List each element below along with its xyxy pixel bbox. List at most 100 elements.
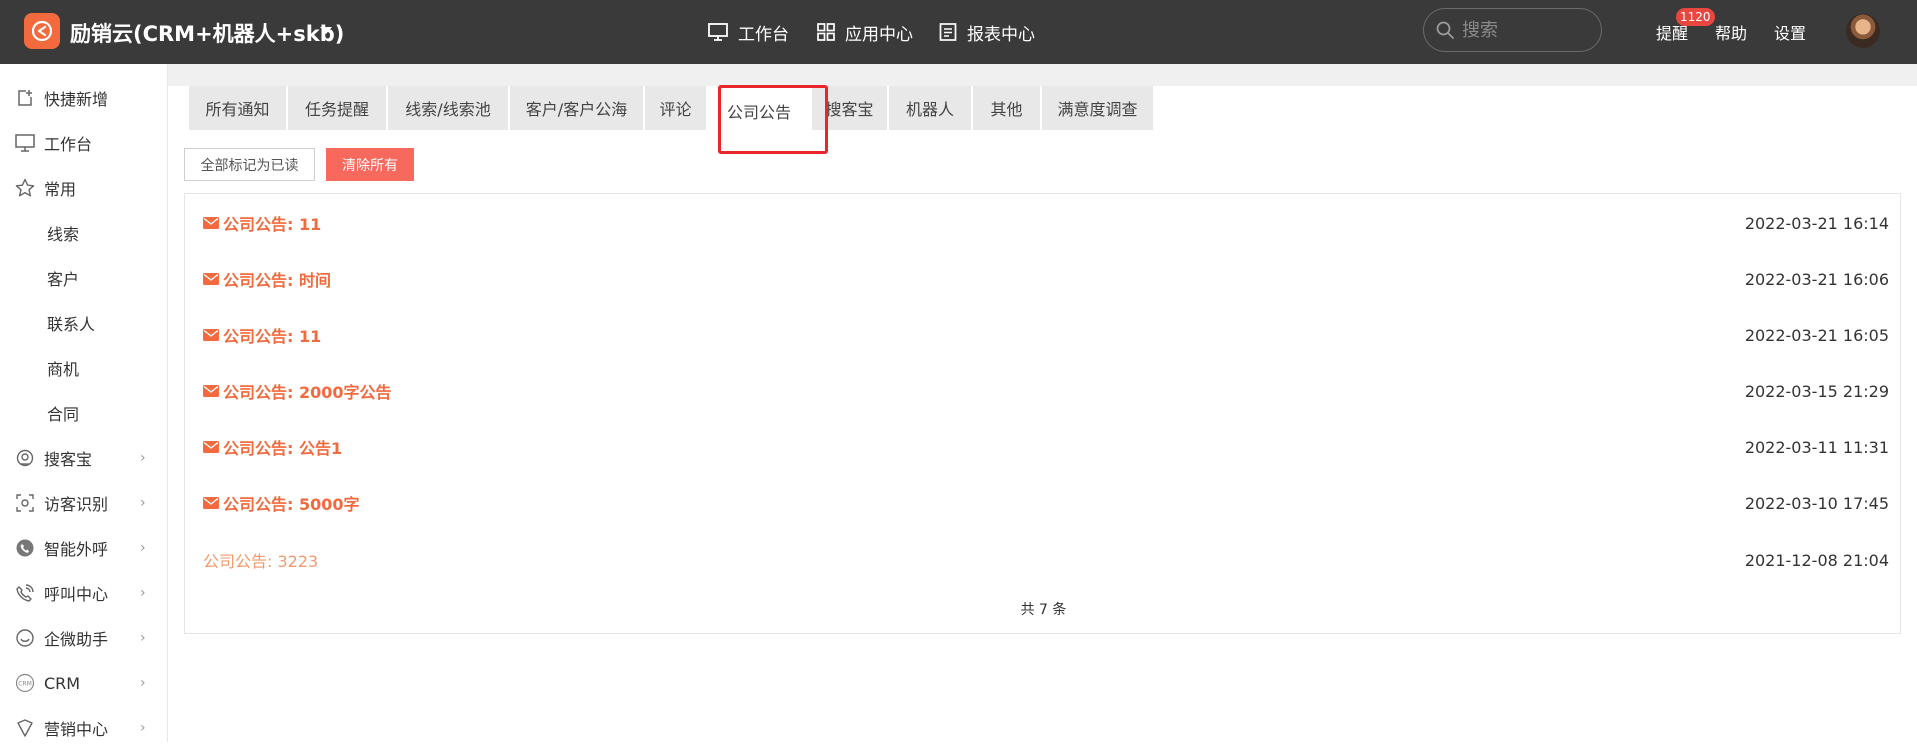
notice-time: 2022-03-21 16:06 — [1744, 269, 1889, 289]
sidebar-item-label: 访客识别 — [44, 495, 109, 514]
sidebar-item-soukebao[interactable]: 搜客宝 › — [0, 438, 168, 478]
phone-icon — [15, 538, 35, 558]
sidebar-item-visitor-id[interactable]: 访客识别 › — [0, 483, 168, 523]
chevron-down-icon[interactable] — [320, 27, 332, 34]
sidebar-item-contacts[interactable]: 联系人 — [0, 303, 168, 343]
tab-other[interactable]: 其他 — [973, 86, 1042, 130]
sidebar-item-label: 商机 — [47, 360, 80, 379]
sidebar-item-label: 智能外呼 — [44, 540, 109, 559]
app-title[interactable]: 励销云(CRM+机器人+skb) — [70, 18, 344, 48]
sidebar-item-label: 快捷新增 — [44, 90, 109, 109]
notice-title[interactable]: 公司公告: 11 — [223, 323, 321, 347]
sidebar-item-label: CRM — [44, 673, 81, 693]
list-item[interactable]: 公司公告: 5000字 2022-03-10 17:45 — [203, 488, 1889, 518]
mail-icon — [203, 273, 219, 285]
sidebar: 快捷新增 工作台 常用 线索 客户 联系人 商机 合同 搜客宝 › 访客识别 ›… — [0, 64, 168, 742]
sidebar-item-quick-add[interactable]: 快捷新增 — [0, 78, 168, 118]
sidebar-item-marketing[interactable]: 营销中心 › — [0, 708, 168, 748]
list-item[interactable]: 公司公告: 11 2022-03-21 16:14 — [203, 208, 1889, 238]
sidebar-item-call-center[interactable]: 呼叫中心 › — [0, 573, 168, 613]
tab-label: 评论 — [659, 100, 692, 119]
app-logo[interactable] — [24, 13, 60, 49]
search-box[interactable] — [1423, 8, 1602, 52]
call-center-icon — [15, 583, 35, 603]
monitor-icon — [15, 133, 35, 153]
sidebar-item-label: 企微助手 — [44, 630, 109, 649]
sidebar-item-label: 常用 — [44, 180, 77, 199]
sidebar-item-crm[interactable]: CRM CRM › — [0, 663, 168, 703]
notice-title[interactable]: 公司公告: 11 — [223, 211, 321, 235]
tab-task-reminders[interactable]: 任务提醒 — [288, 86, 388, 130]
list-item[interactable]: 公司公告: 公告1 2022-03-11 11:31 — [203, 432, 1889, 462]
sidebar-item-smart-call[interactable]: 智能外呼 › — [0, 528, 168, 568]
sidebar-item-label: 合同 — [47, 405, 80, 424]
settings-link[interactable]: 设置 — [1774, 20, 1806, 44]
top-bar: 励销云(CRM+机器人+skb) 工作台 应用中心 报表中心 提醒 1120 — [0, 0, 1917, 64]
visitor-icon — [15, 493, 35, 513]
help-link[interactable]: 帮助 — [1715, 20, 1747, 44]
sidebar-item-label: 搜客宝 — [44, 450, 93, 469]
chevron-right-icon: › — [140, 630, 146, 646]
tab-satisfaction-survey[interactable]: 满意度调查 — [1042, 86, 1155, 130]
topnav-label: 工作台 — [738, 24, 789, 45]
avatar[interactable] — [1846, 14, 1880, 48]
mark-all-read-button[interactable]: 全部标记为已读 — [184, 148, 315, 181]
tab-label: 机器人 — [905, 100, 954, 119]
logo-icon — [31, 20, 53, 42]
chevron-right-icon: › — [140, 540, 146, 556]
sidebar-item-label: 呼叫中心 — [44, 585, 109, 604]
notice-title[interactable]: 公司公告: 公告1 — [223, 435, 342, 459]
tab-customers[interactable]: 客户/客户公海 — [510, 86, 645, 130]
tab-robot[interactable]: 机器人 — [889, 86, 973, 130]
tab-label: 任务提醒 — [304, 100, 369, 119]
sidebar-item-customers[interactable]: 客户 — [0, 258, 168, 298]
report-icon — [939, 23, 957, 41]
remind-badge: 1120 — [1676, 8, 1715, 26]
notice-time: 2021-12-08 21:04 — [1744, 550, 1889, 570]
marketing-icon — [15, 718, 35, 738]
grid-icon — [817, 23, 835, 41]
topnav-label: 应用中心 — [845, 24, 913, 45]
search-input[interactable] — [1462, 19, 1592, 41]
chevron-right-icon: › — [140, 495, 146, 511]
notice-title[interactable]: 公司公告: 3223 — [203, 548, 318, 572]
topnav-workbench[interactable]: 工作台 — [708, 20, 789, 45]
tab-leads[interactable]: 线索/线索池 — [388, 86, 510, 130]
search-icon — [1436, 21, 1454, 39]
chevron-right-icon: › — [140, 450, 146, 466]
topnav-report-center[interactable]: 报表中心 — [939, 20, 1035, 45]
topnav-app-center[interactable]: 应用中心 — [817, 20, 913, 45]
sidebar-item-workbench[interactable]: 工作台 — [0, 123, 168, 163]
sidebar-item-common[interactable]: 常用 — [0, 168, 168, 208]
mail-icon — [203, 385, 219, 397]
notice-time: 2022-03-11 11:31 — [1744, 437, 1889, 457]
clear-all-button[interactable]: 清除所有 — [326, 148, 414, 181]
notice-time: 2022-03-21 16:05 — [1744, 325, 1889, 345]
mail-icon — [203, 217, 219, 229]
notice-title[interactable]: 公司公告: 5000字 — [223, 491, 360, 515]
notice-time: 2022-03-10 17:45 — [1744, 493, 1889, 513]
tab-all-notifications[interactable]: 所有通知 — [189, 86, 288, 130]
svg-text:CRM: CRM — [18, 681, 32, 688]
list-item[interactable]: 公司公告: 3223 2021-12-08 21:04 — [203, 545, 1889, 575]
list-item[interactable]: 公司公告: 11 2022-03-21 16:05 — [203, 320, 1889, 350]
main-top-strip — [168, 64, 1917, 86]
sidebar-item-wecom-assistant[interactable]: 企微助手 › — [0, 618, 168, 658]
sidebar-item-label: 联系人 — [47, 315, 96, 334]
chevron-right-icon: › — [140, 675, 146, 691]
topnav-label: 报表中心 — [967, 24, 1035, 45]
tab-label: 搜客宝 — [825, 100, 874, 119]
add-doc-icon — [15, 88, 35, 108]
tab-label: 客户/客户公海 — [525, 100, 628, 119]
notice-title[interactable]: 公司公告: 时间 — [223, 267, 331, 291]
tab-label: 所有通知 — [205, 100, 270, 119]
list-item[interactable]: 公司公告: 时间 2022-03-21 16:06 — [203, 264, 1889, 294]
sidebar-item-opportunities[interactable]: 商机 — [0, 348, 168, 388]
sidebar-item-contracts[interactable]: 合同 — [0, 393, 168, 433]
tab-comments[interactable]: 评论 — [645, 86, 708, 130]
list-item[interactable]: 公司公告: 2000字公告 2022-03-15 21:29 — [203, 376, 1889, 406]
sidebar-item-leads[interactable]: 线索 — [0, 213, 168, 253]
chevron-right-icon: › — [140, 585, 146, 601]
mail-icon — [203, 441, 219, 453]
notice-title[interactable]: 公司公告: 2000字公告 — [223, 379, 392, 403]
